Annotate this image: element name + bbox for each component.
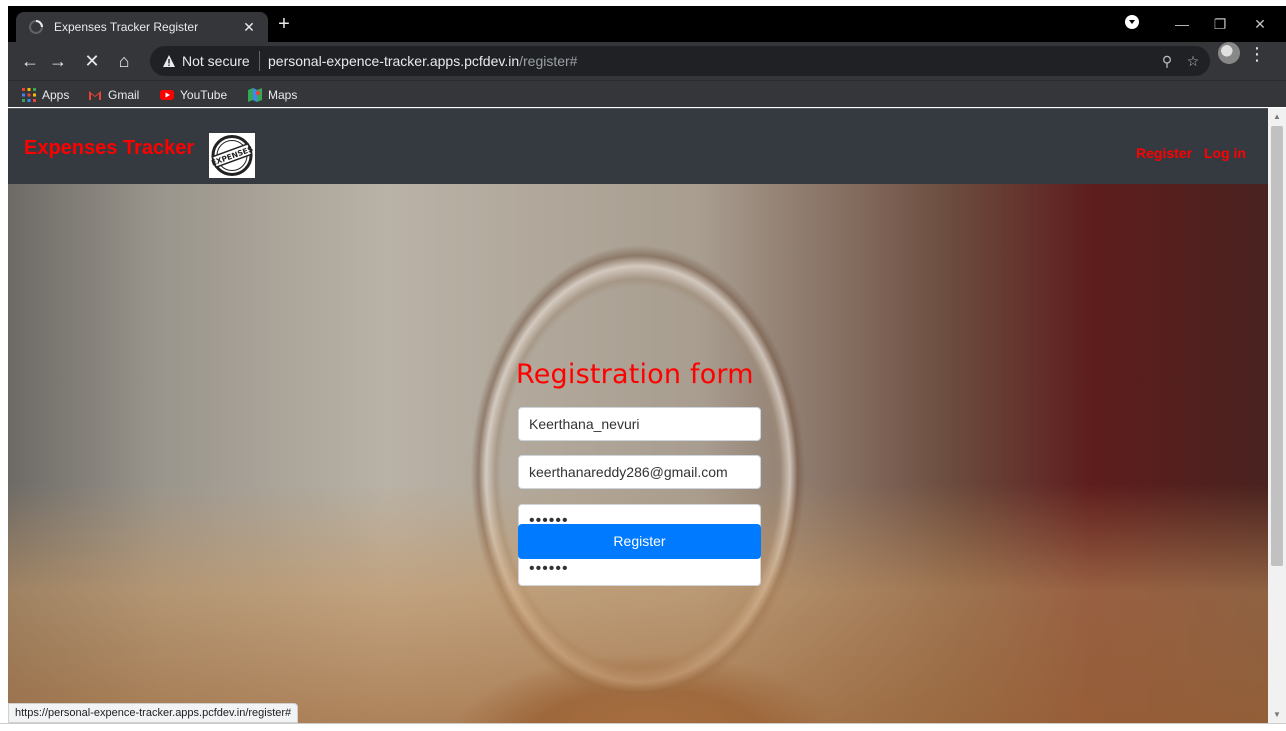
nav-login-link[interactable]: Log in <box>1204 145 1246 161</box>
tab-active[interactable]: Expenses Tracker Register ✕ <box>16 12 268 42</box>
warning-icon <box>163 55 175 67</box>
form-title: Registration form <box>516 359 754 390</box>
bookmark-youtube[interactable]: YouTube <box>160 85 227 105</box>
bookmark-label: Gmail <box>108 88 140 102</box>
bookmark-star-icon[interactable]: ☆ <box>1184 52 1202 70</box>
back-icon[interactable]: ← <box>18 49 42 73</box>
restore-icon[interactable]: ❐ <box>1208 12 1232 36</box>
forward-icon[interactable]: → <box>46 49 70 73</box>
not-secure-label[interactable]: Not secure <box>182 53 250 69</box>
username-input[interactable]: Keerthana_nevuri <box>518 407 761 441</box>
bookmark-label: Apps <box>42 88 70 102</box>
youtube-icon <box>160 90 174 100</box>
gmail-icon <box>89 91 101 100</box>
bookmark-apps[interactable]: Apps <box>22 85 69 105</box>
tab-title: Expenses Tracker Register <box>54 20 199 34</box>
status-bar-url: https://personal-expence-tracker.apps.pc… <box>8 703 299 723</box>
url-text[interactable]: personal-expence-tracker.apps.pcfdev.in/… <box>268 53 577 69</box>
chevron-down-icon <box>1125 15 1139 29</box>
nav-register-link[interactable]: Register <box>1136 145 1192 161</box>
hero-background: Registration form Keerthana_nevuri keert… <box>8 184 1268 723</box>
bookmarks-bar: Apps Gmail YouTube Maps <box>8 80 1286 107</box>
tab-strip: Expenses Tracker Register ✕ + — ❐ ✕ <box>8 6 1286 42</box>
email-input[interactable]: keerthanareddy286@gmail.com <box>518 455 761 489</box>
new-tab-icon[interactable]: + <box>274 14 294 34</box>
url-host: personal-expence-tracker.apps.pcfdev.in <box>268 53 520 69</box>
bookmark-label: Maps <box>268 88 298 102</box>
scroll-thumb[interactable] <box>1271 126 1283 566</box>
scroll-up-icon[interactable]: ▲ <box>1268 110 1286 124</box>
close-window-icon[interactable]: ✕ <box>1248 12 1272 36</box>
maps-icon <box>248 88 262 102</box>
page-viewport: Expenses Tracker EXPENSES Register Log i… <box>8 108 1268 723</box>
bookmark-label: YouTube <box>180 88 228 102</box>
loading-spinner-icon <box>29 20 43 34</box>
url-separator <box>259 51 260 71</box>
minimize-icon[interactable]: — <box>1170 12 1194 36</box>
address-bar[interactable]: Not secure personal-expence-tracker.apps… <box>150 46 1210 76</box>
bookmark-gmail[interactable]: Gmail <box>88 85 139 105</box>
profile-menu-icon[interactable] <box>1120 12 1144 36</box>
browser-chrome: Expenses Tracker Register ✕ + — ❐ ✕ ← → … <box>8 6 1286 107</box>
browser-toolbar: ← → ✕ ⌂ Not secure personal-expence-trac… <box>8 42 1286 80</box>
profile-avatar[interactable] <box>1218 42 1240 64</box>
stop-loading-icon[interactable]: ✕ <box>80 49 104 73</box>
zoom-icon[interactable]: ⚲ <box>1158 52 1176 70</box>
apps-grid-icon <box>22 88 36 102</box>
bottom-edge <box>0 723 1286 731</box>
tab-close-icon[interactable]: ✕ <box>240 18 258 36</box>
scroll-down-icon[interactable]: ▼ <box>1268 708 1286 722</box>
site-navbar: Expenses Tracker EXPENSES Register Log i… <box>8 108 1268 184</box>
brand-title[interactable]: Expenses Tracker <box>24 137 194 160</box>
register-button[interactable]: Register <box>518 524 761 559</box>
page-scrollbar[interactable]: ▲ ▼ <box>1268 108 1286 723</box>
url-path: /register# <box>519 53 578 69</box>
bookmark-maps[interactable]: Maps <box>248 85 297 105</box>
expenses-logo: EXPENSES <box>209 133 255 178</box>
browser-menu-icon[interactable]: ⋮ <box>1248 43 1266 65</box>
home-icon[interactable]: ⌂ <box>112 49 136 73</box>
